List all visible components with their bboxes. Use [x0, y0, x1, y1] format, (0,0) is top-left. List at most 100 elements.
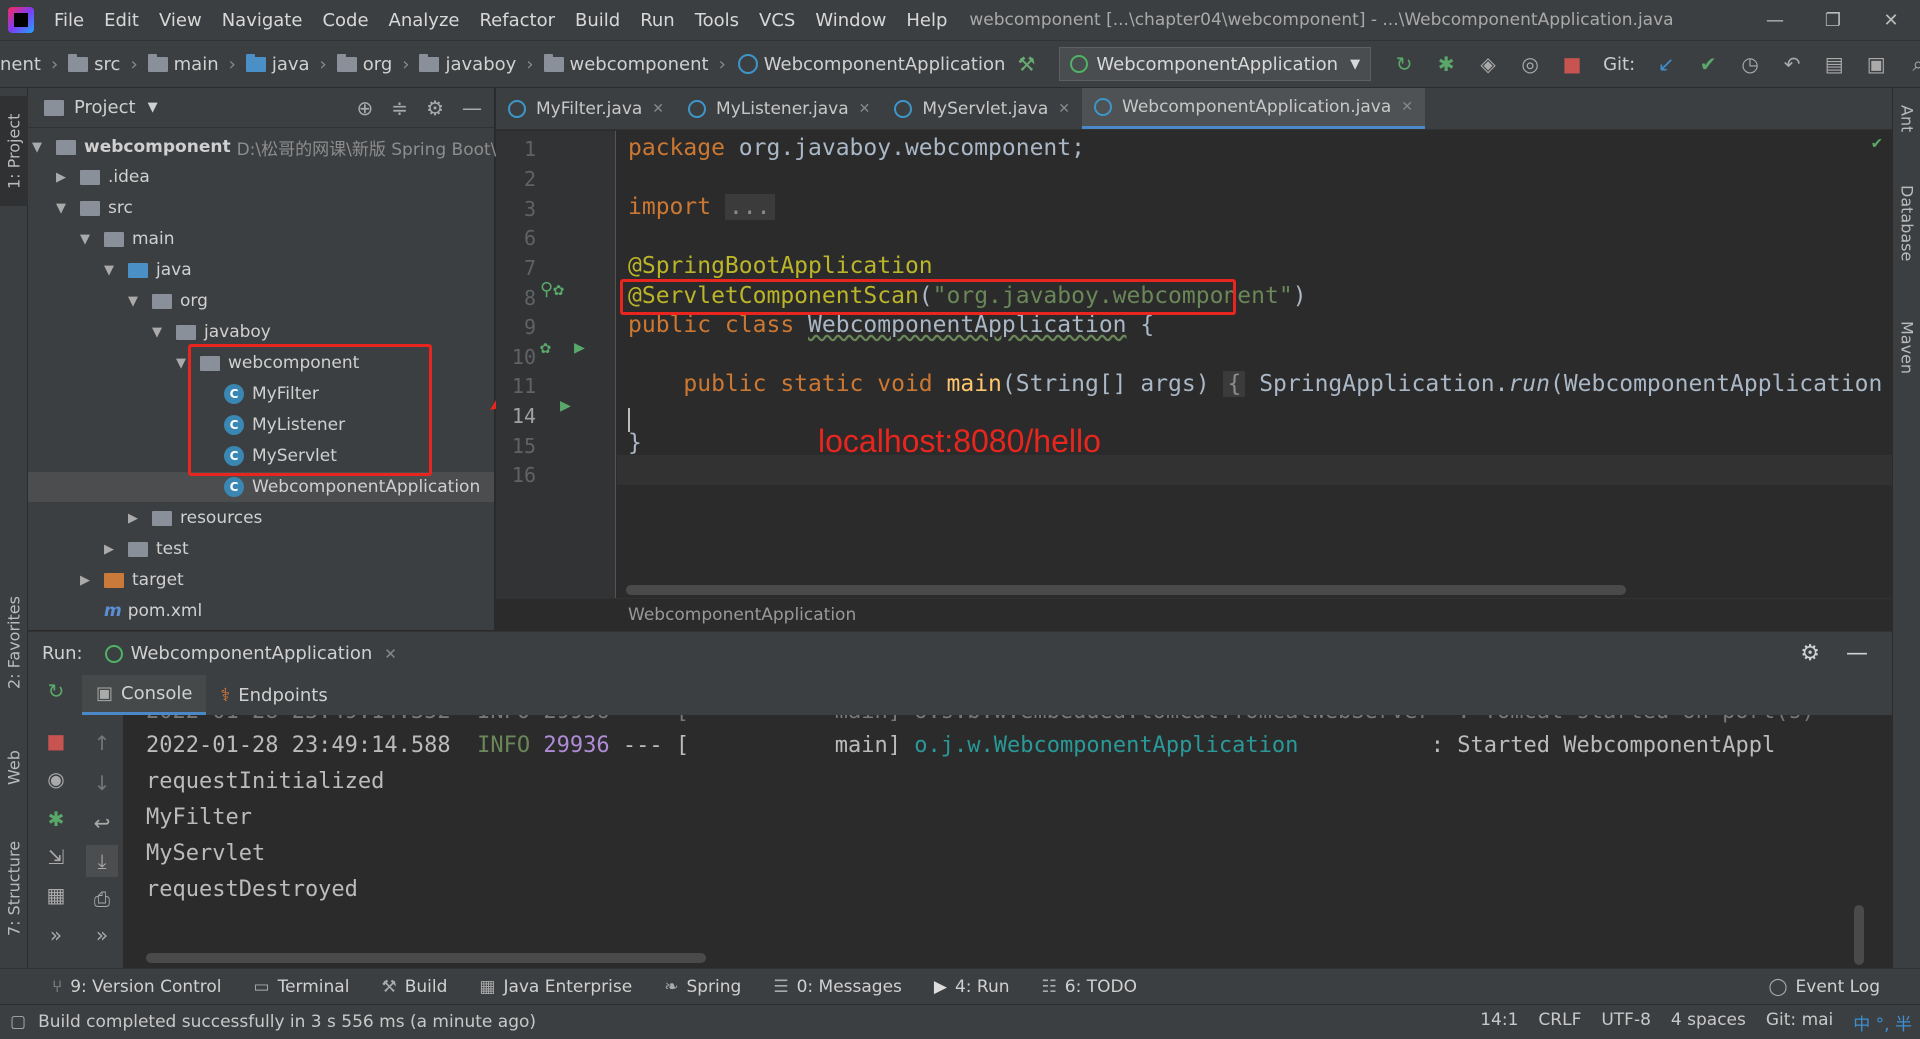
menu-vcs[interactable]: VCS — [749, 10, 805, 31]
status-toggle-icon[interactable]: ▢ — [10, 1012, 26, 1032]
arrow-down-icon[interactable]: ↓ — [86, 767, 118, 799]
run-gutter-icon[interactable]: ▶ — [560, 395, 571, 416]
vcs-update-icon[interactable]: ↙ — [1645, 44, 1687, 84]
more-icon[interactable]: » — [86, 919, 118, 951]
chevron-down-icon[interactable]: ▼ — [148, 100, 158, 115]
tab-version-control[interactable]: ⑂ 9: Version Control — [36, 977, 238, 997]
close-icon[interactable]: ✕ — [859, 101, 871, 117]
stop-icon[interactable]: ■ — [1551, 44, 1593, 84]
tree-item[interactable]: ▼ main — [80, 224, 174, 254]
tab-mylistener[interactable]: MyListener.java ✕ — [676, 88, 882, 129]
menu-refactor[interactable]: Refactor — [469, 10, 565, 31]
menu-window[interactable]: Window — [805, 10, 896, 31]
project-title[interactable]: Project — [74, 97, 136, 118]
tab-java-enterprise[interactable]: ▦ Java Enterprise — [463, 977, 648, 997]
folded-imports[interactable]: ... — [724, 194, 775, 220]
tree-item[interactable]: ▶ target — [80, 565, 184, 595]
vertical-scrollbar[interactable] — [1854, 905, 1864, 965]
rerun-icon[interactable]: ↻ — [1383, 44, 1425, 84]
search-icon[interactable]: ⌕ — [1897, 44, 1920, 84]
menu-analyze[interactable]: Analyze — [379, 10, 470, 31]
tab-run[interactable]: ▶ 4: Run — [918, 977, 1026, 997]
vcs-commit-icon[interactable]: ✔ — [1687, 44, 1729, 84]
run-gutter-icon[interactable]: ▶ — [574, 337, 585, 358]
print-icon[interactable]: ⎙ — [86, 883, 118, 915]
tree-item[interactable]: ▶ .idea — [56, 162, 150, 192]
menu-view[interactable]: View — [149, 10, 212, 31]
gear-icon[interactable]: ⚙ — [426, 96, 444, 120]
close-icon[interactable]: ✕ — [1058, 101, 1070, 117]
favorites-tool-tab[interactable]: 2: Favorites — [0, 588, 28, 698]
hide-icon[interactable]: — — [1846, 641, 1868, 666]
tab-build[interactable]: ⚒ Build — [365, 977, 463, 997]
crumb-src[interactable]: src — [94, 54, 120, 75]
arrow-up-icon[interactable]: ↑ — [86, 727, 118, 759]
maven-tool-tab[interactable]: Maven — [1893, 308, 1920, 388]
tree-item[interactable]: ▶ test — [104, 534, 189, 564]
layout-icon[interactable]: ▦ — [40, 879, 72, 911]
build-hammer-icon[interactable]: ⚒ — [1005, 44, 1047, 84]
status-message[interactable]: Build completed successfully in 3 s 556 … — [38, 1012, 536, 1032]
menu-navigate[interactable]: Navigate — [212, 10, 313, 31]
menu-run[interactable]: Run — [630, 10, 685, 31]
tab-console[interactable]: ▣ Console — [82, 675, 207, 715]
web-tool-tab[interactable]: Web — [0, 738, 28, 798]
inspection-ok-icon[interactable]: ✔ — [1872, 133, 1882, 153]
project-tool-tab[interactable]: 1: Project — [0, 96, 28, 206]
tab-webcomponentapplication[interactable]: WebcomponentApplication.java ✕ — [1082, 88, 1425, 129]
soft-wrap-icon[interactable]: ↩ — [86, 807, 118, 839]
ime-indicator[interactable]: 中 °, 半 — [1853, 1010, 1912, 1035]
menu-build[interactable]: Build — [565, 10, 630, 31]
menu-file[interactable]: File — [44, 10, 94, 31]
menu-help[interactable]: Help — [896, 10, 957, 31]
tab-endpoints[interactable]: ⚕ Endpoints — [206, 675, 341, 715]
horizontal-scrollbar[interactable] — [146, 953, 706, 963]
git-branch[interactable]: Git: mai — [1766, 1010, 1833, 1035]
tab-myfilter[interactable]: MyFilter.java ✕ — [496, 88, 676, 129]
scroll-to-end-icon[interactable]: ⤓ — [86, 845, 118, 877]
project-structure-icon[interactable]: ▤ — [1813, 44, 1855, 84]
tab-event-log[interactable]: ◯ Event Log — [1753, 977, 1920, 997]
crumb-org[interactable]: org — [363, 54, 393, 75]
debug-icon[interactable]: ✱ — [40, 803, 72, 835]
stop-icon[interactable]: ■ — [40, 725, 72, 757]
crumb-webcomponent[interactable]: webcomponent — [570, 54, 709, 75]
locate-icon[interactable]: ⊕ — [357, 96, 374, 120]
tab-spring[interactable]: ❧ Spring — [648, 977, 757, 997]
crumb-project[interactable]: nent — [0, 54, 41, 75]
run-configuration-select[interactable]: WebcomponentApplication ▼ — [1059, 47, 1372, 81]
more-icon[interactable]: » — [40, 919, 72, 951]
tab-todo[interactable]: ☷ 6: TODO — [1026, 977, 1153, 997]
debug-icon[interactable]: ✱ — [1425, 44, 1467, 84]
restore-layout-icon[interactable]: ⇲ — [40, 841, 72, 873]
horizontal-scrollbar[interactable] — [626, 585, 1626, 595]
run-tab[interactable]: WebcomponentApplication ✕ — [104, 643, 397, 664]
tab-terminal[interactable]: ▭ Terminal — [238, 977, 366, 997]
coverage-icon[interactable]: ◈ — [1467, 44, 1509, 84]
close-window-button[interactable]: ✕ — [1862, 0, 1920, 40]
editor-breadcrumb[interactable]: WebcomponentApplication — [496, 598, 1892, 630]
minimize-button[interactable]: — — [1746, 0, 1804, 40]
tree-item[interactable]: ▼ javaboy — [152, 317, 271, 347]
line-separator[interactable]: CRLF — [1538, 1010, 1581, 1035]
camera-icon[interactable]: ◉ — [40, 763, 72, 795]
console-output[interactable]: 2022-01-28 23:49:14.352 INFO 29936 --- [… — [124, 715, 1868, 968]
menu-code[interactable]: Code — [312, 10, 378, 31]
profile-icon[interactable]: ◎ — [1509, 44, 1551, 84]
spring-bean-gutter-icon[interactable]: ✿ — [540, 337, 551, 358]
database-tool-tab[interactable]: Database — [1893, 168, 1920, 278]
spring-bean-gutter-icon[interactable]: ⚲✿ — [540, 279, 564, 300]
close-icon[interactable]: ✕ — [652, 101, 664, 117]
tab-myservlet[interactable]: MyServlet.java ✕ — [882, 88, 1082, 129]
ant-tool-tab[interactable]: Ant — [1893, 94, 1920, 144]
structure-tool-tab[interactable]: 7: Structure — [0, 828, 28, 948]
menu-edit[interactable]: Edit — [94, 10, 149, 31]
tree-item[interactable]: ▼ src — [56, 193, 133, 223]
hide-icon[interactable]: — — [462, 96, 482, 120]
rerun-icon[interactable]: ↻ — [40, 675, 72, 707]
presentation-icon[interactable]: ▣ — [1855, 44, 1897, 84]
crumb-class[interactable]: WebcomponentApplication — [764, 54, 1006, 75]
crumb-main[interactable]: main — [174, 54, 219, 75]
tree-item[interactable]: m pom.xml — [104, 596, 202, 626]
tree-item[interactable]: ▼ webcomponent D:\松哥的网课\新版 Spring Boot\ — [32, 132, 496, 162]
